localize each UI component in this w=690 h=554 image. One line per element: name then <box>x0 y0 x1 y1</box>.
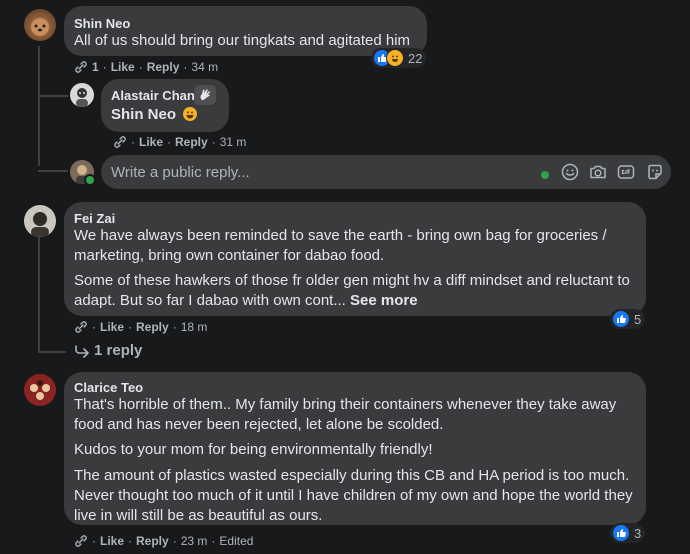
avatar[interactable] <box>24 9 56 41</box>
reply-button[interactable]: Reply <box>136 534 169 548</box>
like-button[interactable]: Like <box>100 534 124 548</box>
see-more-link[interactable]: See more <box>350 292 418 309</box>
thread-connector <box>38 95 68 97</box>
reaction-count: 22 <box>408 50 423 66</box>
like-reaction-icon <box>612 310 630 328</box>
avatar[interactable] <box>24 374 56 406</box>
comment-actions: · Like · Reply · 23 m · Edited <box>74 534 253 548</box>
reply-input-placeholder: Write a public reply... <box>111 164 250 181</box>
camera-icon[interactable] <box>589 163 607 181</box>
reaction-summary[interactable]: 3 <box>610 523 646 543</box>
link-icon <box>114 136 126 148</box>
link-icon <box>75 61 87 73</box>
reaction-summary[interactable]: 5 <box>610 309 646 329</box>
reply-input[interactable]: Write a public reply... <box>101 155 671 189</box>
comment-actions: · Like · Reply · 18 m <box>74 320 207 334</box>
comment-paragraph: Some of these hawkers of those fr older … <box>74 272 630 309</box>
comment-paragraph: The amount of plastics wasted especially… <box>74 467 633 524</box>
timestamp[interactable]: 34 m <box>191 60 218 74</box>
like-button[interactable]: Like <box>100 320 124 334</box>
reaction-summary[interactable]: 22 <box>371 48 427 68</box>
reply-button[interactable]: Reply <box>175 135 208 149</box>
haha-reaction-icon <box>386 49 404 67</box>
mention[interactable]: Shin Neo <box>111 106 176 123</box>
reaction-count: 5 <box>634 311 642 327</box>
link-icon <box>75 321 87 333</box>
like-reaction-icon <box>612 524 630 542</box>
grinning-emoji <box>183 107 198 121</box>
comment-paragraph: Kudos to your mom for being environmenta… <box>74 441 433 458</box>
reaction-count: 3 <box>634 525 642 541</box>
view-replies-link[interactable]: 1 reply <box>74 342 142 359</box>
comment-paragraph: We have always been reminded to save the… <box>74 227 607 264</box>
reply-actions: · Like · Reply · 31 m <box>113 135 246 149</box>
reply-author[interactable]: Alastair Chan <box>111 88 195 103</box>
like-button[interactable]: Like <box>139 135 163 149</box>
avatar[interactable] <box>70 83 94 107</box>
reply-button[interactable]: Reply <box>136 320 169 334</box>
wave-icon <box>194 85 216 105</box>
like-button[interactable]: Like <box>111 60 135 74</box>
timestamp[interactable]: 23 m <box>181 534 208 548</box>
thread-connector <box>38 170 68 172</box>
current-user-avatar[interactable] <box>70 160 96 186</box>
thread-line <box>38 236 40 352</box>
timestamp[interactable]: 31 m <box>220 135 247 149</box>
online-status-dot <box>84 174 96 186</box>
comment-text: All of us should bring our tingkats and … <box>74 32 411 49</box>
link-icon <box>75 535 87 547</box>
thread-connector <box>38 351 66 353</box>
avatar[interactable] <box>24 205 56 237</box>
reply-text: Shin Neo <box>111 105 198 125</box>
comment-author[interactable]: Clarice Teo <box>74 380 143 395</box>
reply-arrow-icon <box>75 344 89 358</box>
typing-status-dot <box>541 171 549 179</box>
edited-label: Edited <box>219 534 254 548</box>
timestamp[interactable]: 18 m <box>181 320 208 334</box>
emoji-icon[interactable] <box>561 163 579 181</box>
comment-actions: 1 · Like · Reply · 34 m <box>74 60 218 74</box>
gif-icon[interactable] <box>617 163 635 181</box>
sticker-icon[interactable] <box>646 163 664 181</box>
comment-paragraph: That's horrible of them.. My family brin… <box>74 396 617 433</box>
thread-line <box>38 46 40 166</box>
reply-button[interactable]: Reply <box>147 60 180 74</box>
link-count[interactable]: 1 <box>92 60 99 74</box>
comment-author[interactable]: Shin Neo <box>74 16 130 31</box>
comment-author[interactable]: Fei Zai <box>74 211 115 226</box>
